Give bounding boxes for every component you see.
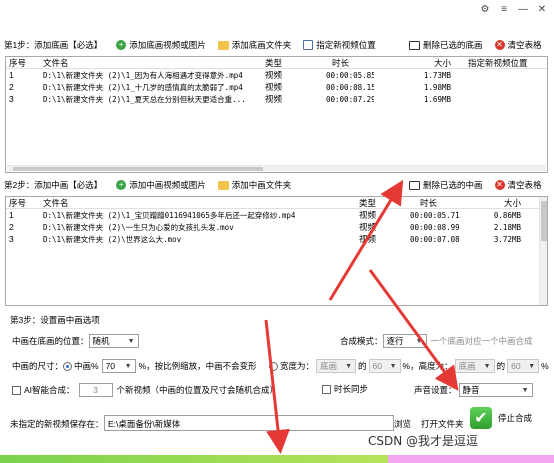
arrow-to-remove-pip <box>328 179 404 301</box>
arrow-to-audio <box>368 269 459 391</box>
annotation-arrows <box>264 179 459 454</box>
arrow-to-progress <box>264 319 290 454</box>
